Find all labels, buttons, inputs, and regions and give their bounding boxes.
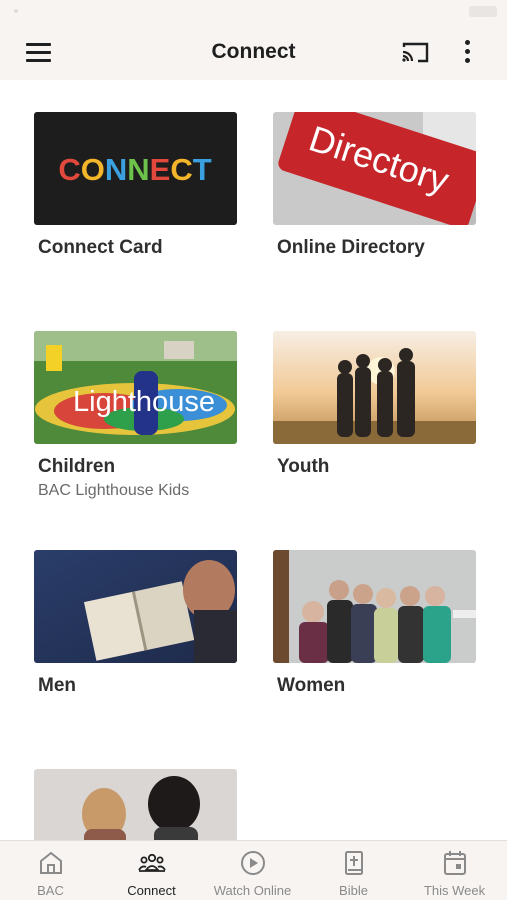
card-partial[interactable] <box>34 769 237 840</box>
tab-this-week[interactable]: This Week <box>404 841 505 900</box>
connect-grid: CONNECT Connect Card Directory Online Di… <box>0 80 507 840</box>
play-circle-icon <box>240 851 265 875</box>
tab-label: This Week <box>423 883 486 898</box>
card-men[interactable]: Men <box>34 550 237 697</box>
card-label: Women <box>277 675 346 696</box>
card-subtitle: BAC Lighthouse Kids <box>38 482 190 499</box>
app-header: Connect <box>0 24 507 80</box>
men-image <box>34 550 237 663</box>
menu-button[interactable] <box>24 40 54 64</box>
card-label: Youth <box>277 456 330 477</box>
calendar-icon <box>443 851 466 875</box>
children-image: Lighthouse <box>34 331 237 444</box>
cast-icon <box>402 42 429 63</box>
people-icon <box>137 853 166 872</box>
tab-label: Connect <box>127 883 176 898</box>
status-bar <box>0 0 507 24</box>
cast-button[interactable] <box>400 40 430 64</box>
partial-card-image <box>34 769 237 840</box>
card-label: Online Directory <box>277 237 425 258</box>
card-label: Men <box>38 675 76 696</box>
card-online-directory[interactable]: Directory Online Directory <box>273 112 476 259</box>
youth-image <box>273 331 476 444</box>
tab-label: Watch Online <box>213 883 292 898</box>
tab-connect[interactable]: Connect <box>101 841 202 900</box>
more-options-button[interactable] <box>460 38 476 66</box>
tab-label: BAC <box>37 883 64 898</box>
home-icon <box>39 851 62 874</box>
tab-watch-online[interactable]: Watch Online <box>202 841 303 900</box>
card-connect-card[interactable]: CONNECT Connect Card <box>34 112 237 259</box>
tab-bible[interactable]: Bible <box>303 841 404 900</box>
page-title: Connect <box>211 40 296 63</box>
connect-card-image: CONNECT <box>34 112 237 225</box>
card-label: Connect Card <box>38 237 163 258</box>
online-directory-image: Directory <box>273 112 476 225</box>
more-vertical-icon <box>465 40 470 45</box>
card-youth[interactable]: Youth <box>273 331 476 478</box>
card-women[interactable]: Women <box>273 550 476 697</box>
children-image-text: Lighthouse <box>73 386 215 418</box>
menu-icon <box>26 43 51 46</box>
tab-label: Bible <box>339 883 368 898</box>
battery-icon <box>469 6 497 17</box>
connect-card-image-text: CONNECT <box>58 152 211 187</box>
women-image <box>273 550 476 663</box>
card-label: Children <box>38 456 116 477</box>
bible-icon <box>344 851 363 875</box>
card-children[interactable]: Lighthouse Children BAC Lighthouse Kids <box>34 331 237 500</box>
signal-indicator <box>14 9 18 13</box>
tab-bar: BAC Connect Watch Online Bible This Week <box>0 840 507 900</box>
tab-bac[interactable]: BAC <box>0 841 101 900</box>
